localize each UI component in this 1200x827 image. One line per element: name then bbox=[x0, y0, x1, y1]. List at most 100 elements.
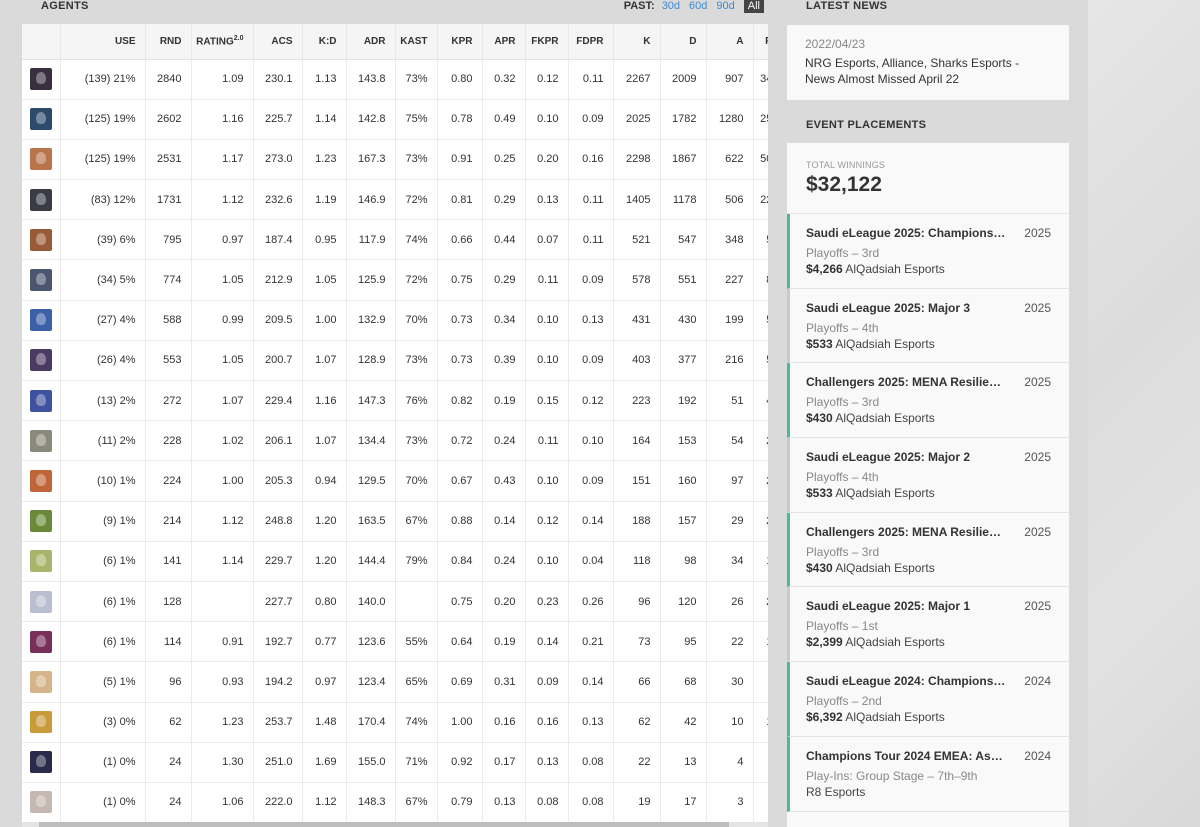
column-header-rating[interactable]: RATING2.0 bbox=[191, 24, 254, 60]
column-header-rnd[interactable]: RND bbox=[145, 24, 192, 60]
cell-kd: 0.77 bbox=[302, 621, 347, 663]
cell-rnd: 1731 bbox=[145, 179, 192, 221]
cell-fkpr: 0.07 bbox=[525, 219, 569, 261]
cell-kpr: 0.64 bbox=[437, 621, 483, 663]
cell-use: (1) 0% bbox=[60, 782, 146, 824]
cell-apr: 0.29 bbox=[482, 179, 526, 221]
range-60d-link[interactable]: 60d bbox=[689, 0, 707, 12]
cell-kd: 0.97 bbox=[302, 661, 347, 703]
cell-fdpr: 0.13 bbox=[568, 300, 614, 341]
column-header-fk[interactable]: FK bbox=[753, 24, 768, 60]
event-prize: $533 bbox=[806, 486, 833, 501]
range-90d-link[interactable]: 90d bbox=[716, 0, 734, 12]
event-placement-item[interactable]: Saudi eLeague 2025: Championship 2025 Play… bbox=[787, 214, 1069, 289]
event-placement-item[interactable]: Challengers 2025: MENA Resilience ... 202… bbox=[787, 512, 1069, 588]
column-header-fkpr[interactable]: FKPR bbox=[525, 24, 569, 60]
cell-rnd: 114 bbox=[145, 621, 192, 663]
cell-rating: 1.02 bbox=[191, 420, 254, 462]
cell-a: 54 bbox=[706, 420, 754, 462]
event-name[interactable]: Challengers 2025: MENA Resilience ... bbox=[806, 525, 1006, 539]
horizontal-scrollbar[interactable] bbox=[22, 822, 768, 827]
cell-fdpr: 0.09 bbox=[568, 259, 614, 301]
column-header-apr[interactable]: APR bbox=[482, 24, 526, 60]
event-name[interactable]: Saudi eLeague 2025: Championship bbox=[806, 226, 1006, 240]
table-row: (13) 2% 272 1.07 229.4 1.16 147.3 76% 0.82 0.19 0… bbox=[22, 380, 768, 422]
cell-use: (13) 2% bbox=[60, 380, 146, 422]
event-placement-item[interactable]: Challengers 2025: MENA Resilience ... 202… bbox=[787, 363, 1069, 439]
event-placement-item[interactable]: Saudi eLeague 2025: Major 2 2025 Playoffs … bbox=[787, 438, 1069, 513]
cell-use: (34) 5% bbox=[60, 259, 146, 301]
cell-adr: 128.9 bbox=[346, 340, 396, 382]
past-label: PAST: bbox=[623, 0, 655, 12]
cell-fdpr: 0.11 bbox=[568, 59, 614, 100]
cell-kd: 1.20 bbox=[302, 541, 347, 582]
cell-k: 19 bbox=[613, 782, 661, 824]
cell-use: (6) 1% bbox=[60, 621, 146, 663]
column-header-a[interactable]: A bbox=[706, 24, 754, 60]
cell-fkpr: 0.12 bbox=[525, 501, 569, 542]
event-prize: $6,392 bbox=[806, 710, 843, 725]
cell-k: 431 bbox=[613, 300, 661, 341]
column-header-use[interactable]: USE bbox=[60, 24, 146, 60]
cell-kd: 0.94 bbox=[302, 460, 347, 502]
scrollbar-thumb[interactable] bbox=[39, 822, 729, 827]
agent-cell bbox=[22, 99, 61, 140]
event-placement-item[interactable]: Saudi eLeague 2024: Championship 2024 Play… bbox=[787, 662, 1069, 737]
event-placement-item[interactable]: Saudi eLeague 2025: Major 3 2025 Playoffs … bbox=[787, 288, 1069, 364]
event-name[interactable]: Challengers 2025: MENA Resilience ... bbox=[806, 375, 1006, 389]
column-header-d[interactable]: D bbox=[660, 24, 707, 60]
column-header-acs[interactable]: ACS bbox=[253, 24, 303, 60]
column-header-kpr[interactable]: KPR bbox=[437, 24, 483, 60]
cell-apr: 0.14 bbox=[482, 501, 526, 542]
cell-kpr: 0.82 bbox=[437, 380, 483, 422]
agent-portrait-icon bbox=[29, 469, 52, 492]
cell-fk: 57 bbox=[753, 300, 768, 341]
cell-rating bbox=[191, 581, 254, 623]
event-prize-line: $6,392 AlQadsiah Esports bbox=[806, 710, 1052, 724]
event-name[interactable]: Saudi eLeague 2025: Major 2 bbox=[806, 450, 1006, 464]
table-row: (125) 19% 2602 1.16 225.7 1.14 142.8 75% 0.78 0.… bbox=[22, 99, 768, 140]
cell-kd: 1.13 bbox=[302, 59, 347, 100]
cell-adr: 129.5 bbox=[346, 460, 396, 502]
news-item[interactable]: 2022/04/23 NRG Esports, Alliance, Sharks… bbox=[787, 25, 1069, 100]
cell-acs: 222.0 bbox=[253, 782, 303, 824]
event-team: AlQadsiah Esports bbox=[835, 411, 935, 426]
cell-d: 157 bbox=[660, 501, 707, 542]
event-name[interactable]: Saudi eLeague 2025: Major 1 bbox=[806, 599, 1006, 613]
cell-fkpr: 0.11 bbox=[525, 420, 569, 462]
event-name[interactable]: Saudi eLeague 2025: Major 3 bbox=[806, 301, 1006, 315]
news-headline[interactable]: NRG Esports, Alliance, Sharks Esports - … bbox=[805, 55, 1051, 87]
column-header-adr[interactable]: ADR bbox=[346, 24, 396, 60]
cell-a: 97 bbox=[706, 460, 754, 502]
column-header-label: RND bbox=[159, 35, 182, 47]
column-header-kd[interactable]: K:D bbox=[302, 24, 347, 60]
column-header-label: FDPR bbox=[576, 35, 604, 47]
agent-portrait-icon bbox=[29, 309, 52, 332]
event-name[interactable]: Champions Tour 2024 EMEA: Ascen... bbox=[806, 749, 1006, 763]
event-team: AlQadsiah Esports bbox=[835, 560, 935, 575]
cell-acs: 187.4 bbox=[253, 219, 303, 261]
cell-fk: 55 bbox=[753, 340, 768, 382]
event-placement-item[interactable]: Saudi eLeague 2025: Major 1 2025 Playoffs … bbox=[787, 587, 1069, 663]
cell-a: 26 bbox=[706, 581, 754, 623]
event-prize-line: $533 AlQadsiah Esports bbox=[806, 337, 1052, 351]
cell-k: 1405 bbox=[613, 179, 661, 221]
cell-fdpr: 0.08 bbox=[568, 782, 614, 824]
event-prize: $533 bbox=[806, 336, 833, 351]
column-header-label: APR bbox=[494, 35, 516, 47]
event-placement-item[interactable]: Champions Tour 2024 EMEA: Ascen... 2024 Pl… bbox=[787, 736, 1069, 812]
range-all-link[interactable]: All bbox=[743, 0, 764, 13]
cell-d: 17 bbox=[660, 782, 707, 824]
range-30d-link[interactable]: 30d bbox=[662, 0, 680, 12]
column-header-kast[interactable]: KAST bbox=[395, 24, 438, 60]
cell-acs: 248.8 bbox=[253, 501, 303, 542]
cell-a: 4 bbox=[706, 742, 754, 783]
cell-k: 22 bbox=[613, 742, 661, 783]
column-header-k[interactable]: K bbox=[613, 24, 661, 60]
cell-d: 1782 bbox=[660, 99, 707, 140]
cell-use: (1) 0% bbox=[60, 742, 146, 783]
cell-fkpr: 0.12 bbox=[525, 59, 569, 100]
agent-portrait-icon bbox=[29, 389, 52, 412]
column-header-fdpr[interactable]: FDPR bbox=[568, 24, 614, 60]
event-name[interactable]: Saudi eLeague 2024: Championship bbox=[806, 674, 1006, 688]
